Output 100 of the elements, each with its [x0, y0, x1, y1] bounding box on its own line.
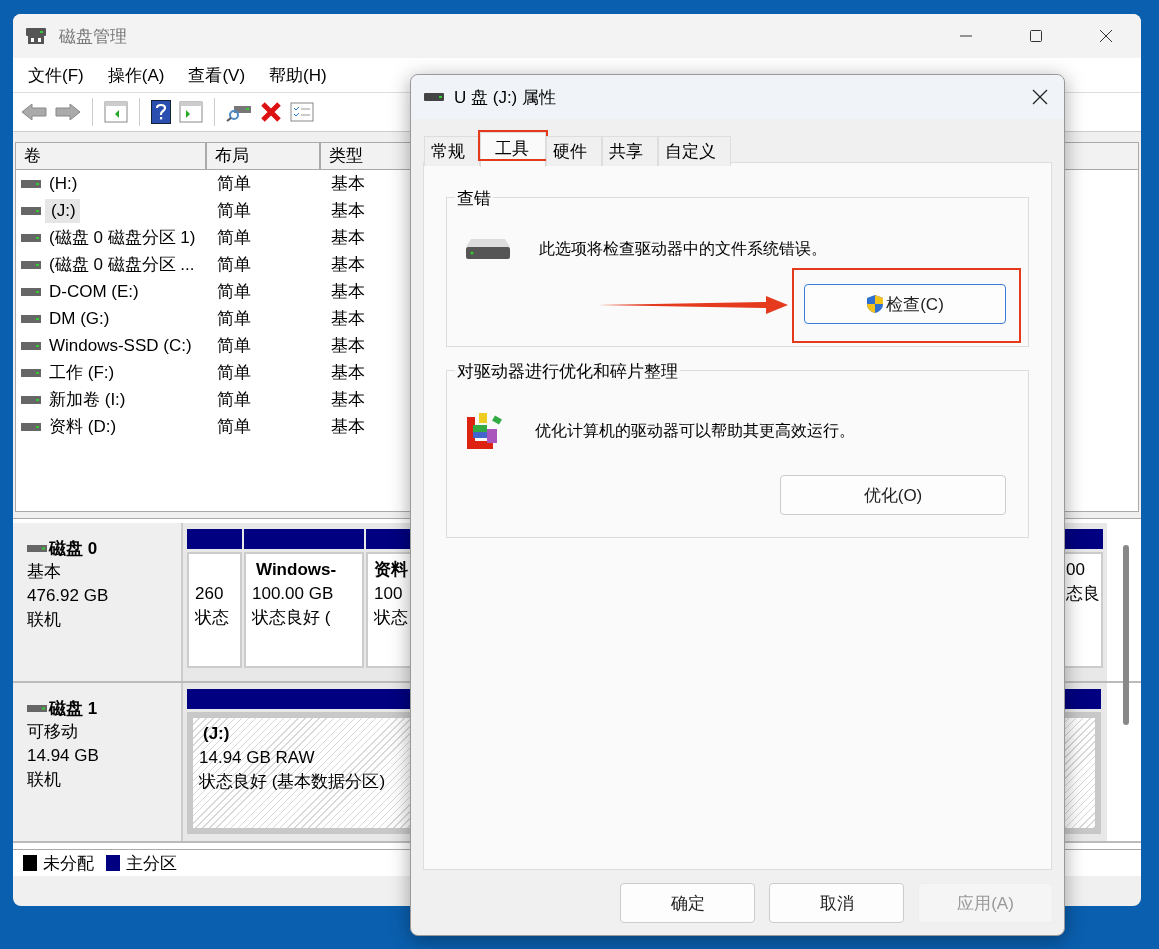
volume-name[interactable]: (J:) — [45, 198, 80, 223]
volume-name[interactable]: (磁盘 0 磁盘分区 ... — [45, 251, 199, 278]
table-cell-text: 基本 — [330, 308, 366, 330]
table-cell-text: 基本 — [330, 362, 366, 384]
partition-name: (J:) — [202, 723, 231, 745]
panel-icon[interactable] — [179, 101, 203, 123]
volume-name[interactable]: Windows-SSD (C:) — [45, 333, 196, 358]
drive-icon — [21, 287, 41, 296]
disk-status: 联机 — [27, 769, 62, 791]
volume-name[interactable]: 新加卷 (I:) — [45, 386, 130, 413]
menu-item[interactable]: 文件(F) — [28, 63, 84, 87]
table-cell-text: 简单 — [216, 389, 252, 411]
drive-icon — [21, 260, 41, 269]
check-button[interactable]: 检查(C) — [804, 284, 1006, 324]
optimize-button[interactable]: 优化(O) — [780, 475, 1006, 515]
table-cell-text: 基本 — [330, 200, 366, 222]
drive-icon — [21, 206, 41, 215]
volume-name[interactable]: 工作 (F:) — [45, 359, 119, 386]
table-cell-text: 基本 — [330, 227, 366, 249]
drive-icon — [25, 26, 47, 46]
help-icon[interactable] — [151, 100, 171, 124]
table-cell-text: 简单 — [216, 173, 252, 195]
table-cell-text: 简单 — [216, 281, 252, 303]
partition-block[interactable]: Windows- 100.00 GB 状态良好 ( — [244, 552, 364, 668]
drive-icon — [465, 238, 511, 260]
drive-icon — [424, 93, 444, 101]
disk-size: 476.92 GB — [27, 585, 110, 607]
shield-icon — [866, 294, 885, 314]
back-arrow-icon[interactable] — [21, 102, 47, 122]
volume-name[interactable]: 资料 (D:) — [45, 413, 121, 440]
disk-type: 可移动 — [27, 721, 79, 743]
dialog-button[interactable]: 确定 — [620, 883, 755, 923]
description-text: 此选项将检查驱动器中的文件系统错误。 — [539, 238, 827, 259]
partition-info: 状态良好 ( — [252, 607, 332, 629]
column-header[interactable]: 布局 — [207, 143, 321, 169]
forward-arrow-icon[interactable] — [55, 102, 81, 122]
partition-info: 100 — [374, 583, 404, 605]
tab[interactable]: 共享 — [602, 136, 658, 166]
partition-name: 资料 — [374, 559, 409, 581]
dialog-button[interactable]: 取消 — [769, 883, 904, 923]
partition-block[interactable]: 260 状态 — [187, 552, 242, 668]
partition-info: 100.00 GB — [252, 583, 335, 605]
tab[interactable]: 自定义 — [658, 136, 731, 166]
table-cell-text: 简单 — [216, 362, 252, 384]
volume-name[interactable]: (磁盘 0 磁盘分区 1) — [45, 224, 200, 251]
close-icon[interactable] — [1032, 89, 1048, 105]
drive-icon — [21, 341, 41, 350]
partition-info: 00 — [1066, 559, 1086, 581]
partition-info: 状态良好 (基本数据分区) — [199, 771, 387, 793]
scrollbar[interactable] — [1123, 545, 1129, 725]
dialog-title: U 盘 (J:) 属性 — [454, 86, 556, 109]
disk-size: 14.94 GB — [27, 745, 100, 767]
disk-name: 磁盘 0 — [49, 538, 98, 560]
table-cell-text: 基本 — [330, 389, 366, 411]
partition-info: 状态 — [195, 607, 230, 629]
drive-icon — [21, 422, 41, 431]
group-title: 对驱动器进行优化和碎片整理 — [455, 360, 680, 383]
table-cell-text: 简单 — [216, 200, 252, 222]
drive-icon — [21, 314, 41, 323]
table-cell-text: 基本 — [330, 281, 366, 303]
description-text: 优化计算机的驱动器可以帮助其更高效运行。 — [535, 420, 855, 441]
table-cell-text: 简单 — [216, 416, 252, 438]
partition-info: 状态 — [374, 607, 409, 629]
table-cell-text: 简单 — [216, 335, 252, 357]
disk-name: 磁盘 1 — [49, 698, 98, 720]
table-cell-text: 基本 — [330, 335, 366, 357]
table-cell-text: 基本 — [330, 416, 366, 438]
drive-icon — [21, 179, 41, 188]
window-title: 磁盘管理 — [59, 25, 127, 48]
volume-name[interactable]: DM (G:) — [45, 306, 114, 331]
table-cell-text: 简单 — [216, 254, 252, 276]
maximize-icon[interactable] — [1029, 29, 1043, 43]
menu-item[interactable]: 帮助(H) — [269, 63, 327, 87]
drive-icon — [27, 705, 47, 712]
partition-info: 14.94 GB RAW — [199, 747, 316, 769]
drive-icon — [21, 233, 41, 242]
drive-icon — [27, 545, 47, 552]
partition-name: Windows- — [255, 559, 338, 581]
close-icon[interactable] — [1099, 29, 1113, 43]
disk-status: 联机 — [27, 609, 62, 631]
legend-label: 未分配 — [43, 852, 94, 875]
table-cell-text: 简单 — [216, 308, 252, 330]
drive-icon — [21, 395, 41, 404]
tab[interactable]: 硬件 — [546, 136, 602, 166]
volume-name[interactable]: D-COM (E:) — [45, 279, 143, 304]
partition-info: 260 — [195, 583, 225, 605]
tab[interactable]: 常规 — [424, 136, 480, 166]
disk-type: 基本 — [27, 561, 62, 583]
legend-label: 主分区 — [126, 852, 177, 875]
volume-name[interactable]: (H:) — [45, 171, 82, 196]
panel-icon[interactable] — [104, 101, 128, 123]
delete-icon[interactable] — [260, 101, 282, 123]
tab[interactable]: 工具 — [480, 132, 546, 167]
drive-icon — [21, 368, 41, 377]
table-cell-text: 简单 — [216, 227, 252, 249]
menu-item[interactable]: 操作(A) — [107, 63, 165, 87]
menu-item[interactable]: 查看(V) — [188, 63, 246, 87]
column-header[interactable]: 卷 — [16, 143, 207, 169]
table-cell-text: 基本 — [330, 173, 366, 195]
properties-icon[interactable] — [290, 102, 314, 122]
